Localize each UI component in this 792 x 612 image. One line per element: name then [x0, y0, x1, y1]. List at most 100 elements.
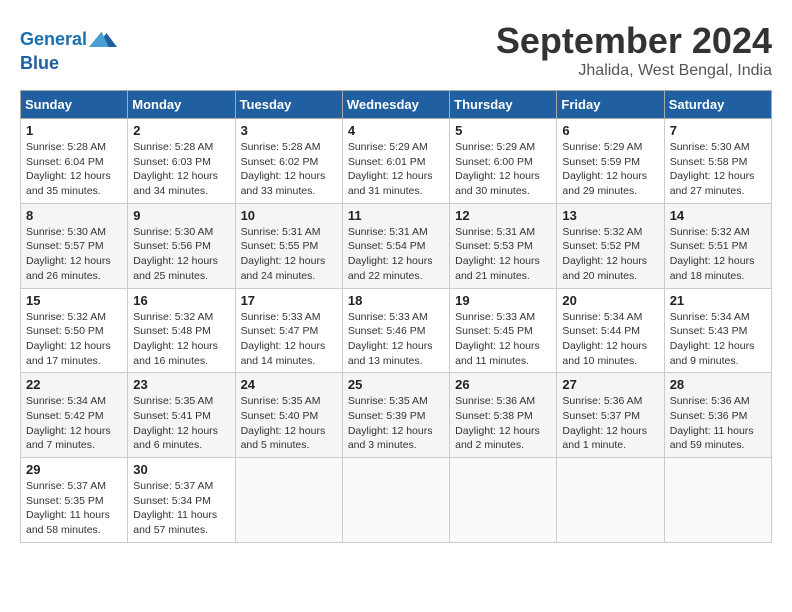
day-cell: 15Sunrise: 5:32 AMSunset: 5:50 PMDayligh…: [21, 288, 128, 373]
day-cell: 28 Sunrise: 5:36 AMSunset: 5:36 PMDayligh…: [664, 373, 771, 458]
day-info: Sunrise: 5:33 AMSunset: 5:47 PMDaylight:…: [241, 310, 337, 369]
day-info: Sunrise: 5:35 AMSunset: 5:41 PMDaylight:…: [133, 394, 229, 453]
logo-line2: Blue: [20, 54, 117, 74]
day-cell: [557, 458, 664, 543]
day-info: Sunrise: 5:31 AMSunset: 5:55 PMDaylight:…: [241, 225, 337, 284]
day-cell: 27Sunrise: 5:36 AMSunset: 5:37 PMDayligh…: [557, 373, 664, 458]
day-info: Sunrise: 5:34 AMSunset: 5:43 PMDaylight:…: [670, 310, 766, 369]
day-cell: 16 Sunrise: 5:32 AMSunset: 5:48 PMDayligh…: [128, 288, 235, 373]
day-number: 16: [133, 293, 229, 308]
day-cell: 29 Sunrise: 5:37 AMSunset: 5:35 PMDayligh…: [21, 458, 128, 543]
day-cell: 4 Sunrise: 5:29 AMSunset: 6:01 PMDaylight…: [342, 119, 449, 204]
weekday-sunday: Sunday: [21, 91, 128, 119]
day-info: Sunrise: 5:32 AMSunset: 5:52 PMDaylight:…: [562, 225, 658, 284]
day-cell: 5Sunrise: 5:29 AMSunset: 6:00 PMDaylight…: [450, 119, 557, 204]
day-number: 9: [133, 208, 229, 223]
day-number: 24: [241, 377, 337, 392]
day-number: 6: [562, 123, 658, 138]
day-number: 26: [455, 377, 551, 392]
header: General Blue September 2024 Jhalida, Wes…: [20, 20, 772, 80]
day-number: 17: [241, 293, 337, 308]
day-info: Sunrise: 5:28 AMSunset: 6:02 PMDaylight:…: [241, 140, 337, 199]
week-row-4: 22 Sunrise: 5:34 AMSunset: 5:42 PMDayligh…: [21, 373, 772, 458]
day-info: Sunrise: 5:32 AMSunset: 5:48 PMDaylight:…: [133, 310, 229, 369]
logo: General Blue: [20, 26, 117, 74]
day-cell: 13Sunrise: 5:32 AMSunset: 5:52 PMDayligh…: [557, 203, 664, 288]
weekday-tuesday: Tuesday: [235, 91, 342, 119]
day-number: 12: [455, 208, 551, 223]
day-number: 11: [348, 208, 444, 223]
weekday-monday: Monday: [128, 91, 235, 119]
day-number: 2: [133, 123, 229, 138]
day-cell: 26 Sunrise: 5:36 AMSunset: 5:38 PMDayligh…: [450, 373, 557, 458]
day-number: 22: [26, 377, 122, 392]
day-info: Sunrise: 5:37 AMSunset: 5:34 PMDaylight:…: [133, 479, 229, 538]
day-info: Sunrise: 5:32 AMSunset: 5:50 PMDaylight:…: [26, 310, 122, 369]
week-row-3: 15Sunrise: 5:32 AMSunset: 5:50 PMDayligh…: [21, 288, 772, 373]
day-info: Sunrise: 5:33 AMSunset: 5:45 PMDaylight:…: [455, 310, 551, 369]
day-cell: 23 Sunrise: 5:35 AMSunset: 5:41 PMDayligh…: [128, 373, 235, 458]
day-info: Sunrise: 5:28 AMSunset: 6:03 PMDaylight:…: [133, 140, 229, 199]
day-number: 7: [670, 123, 766, 138]
weekday-header-row: SundayMondayTuesdayWednesdayThursdayFrid…: [21, 91, 772, 119]
day-cell: 30Sunrise: 5:37 AMSunset: 5:34 PMDayligh…: [128, 458, 235, 543]
day-info: Sunrise: 5:36 AMSunset: 5:36 PMDaylight:…: [670, 394, 766, 453]
day-number: 10: [241, 208, 337, 223]
day-cell: 11 Sunrise: 5:31 AMSunset: 5:54 PMDayligh…: [342, 203, 449, 288]
day-number: 1: [26, 123, 122, 138]
day-cell: [235, 458, 342, 543]
day-cell: 9 Sunrise: 5:30 AMSunset: 5:56 PMDaylight…: [128, 203, 235, 288]
day-number: 20: [562, 293, 658, 308]
month-title: September 2024: [496, 20, 772, 62]
day-cell: [450, 458, 557, 543]
day-number: 5: [455, 123, 551, 138]
day-cell: 25 Sunrise: 5:35 AMSunset: 5:39 PMDayligh…: [342, 373, 449, 458]
day-number: 25: [348, 377, 444, 392]
day-info: Sunrise: 5:34 AMSunset: 5:42 PMDaylight:…: [26, 394, 122, 453]
day-number: 19: [455, 293, 551, 308]
day-cell: 21Sunrise: 5:34 AMSunset: 5:43 PMDayligh…: [664, 288, 771, 373]
day-number: 28: [670, 377, 766, 392]
week-row-1: 1 Sunrise: 5:28 AMSunset: 6:04 PMDaylight…: [21, 119, 772, 204]
day-info: Sunrise: 5:35 AMSunset: 5:39 PMDaylight:…: [348, 394, 444, 453]
day-number: 14: [670, 208, 766, 223]
weekday-saturday: Saturday: [664, 91, 771, 119]
weekday-friday: Friday: [557, 91, 664, 119]
day-cell: 10 Sunrise: 5:31 AMSunset: 5:55 PMDayligh…: [235, 203, 342, 288]
day-info: Sunrise: 5:30 AMSunset: 5:58 PMDaylight:…: [670, 140, 766, 199]
day-info: Sunrise: 5:32 AMSunset: 5:51 PMDaylight:…: [670, 225, 766, 284]
day-number: 4: [348, 123, 444, 138]
day-number: 27: [562, 377, 658, 392]
day-info: Sunrise: 5:30 AMSunset: 5:56 PMDaylight:…: [133, 225, 229, 284]
day-info: Sunrise: 5:37 AMSunset: 5:35 PMDaylight:…: [26, 479, 122, 538]
day-cell: 12 Sunrise: 5:31 AMSunset: 5:53 PMDayligh…: [450, 203, 557, 288]
day-number: 29: [26, 462, 122, 477]
week-row-2: 8Sunrise: 5:30 AMSunset: 5:57 PMDaylight…: [21, 203, 772, 288]
weekday-wednesday: Wednesday: [342, 91, 449, 119]
title-area: September 2024 Jhalida, West Bengal, Ind…: [496, 20, 772, 80]
day-cell: 24Sunrise: 5:35 AMSunset: 5:40 PMDayligh…: [235, 373, 342, 458]
day-cell: 8Sunrise: 5:30 AMSunset: 5:57 PMDaylight…: [21, 203, 128, 288]
day-cell: 20 Sunrise: 5:34 AMSunset: 5:44 PMDayligh…: [557, 288, 664, 373]
day-cell: 2 Sunrise: 5:28 AMSunset: 6:03 PMDaylight…: [128, 119, 235, 204]
day-cell: 1 Sunrise: 5:28 AMSunset: 6:04 PMDaylight…: [21, 119, 128, 204]
day-cell: 18Sunrise: 5:33 AMSunset: 5:46 PMDayligh…: [342, 288, 449, 373]
day-cell: 19 Sunrise: 5:33 AMSunset: 5:45 PMDayligh…: [450, 288, 557, 373]
day-number: 3: [241, 123, 337, 138]
day-number: 23: [133, 377, 229, 392]
day-info: Sunrise: 5:36 AMSunset: 5:38 PMDaylight:…: [455, 394, 551, 453]
day-info: Sunrise: 5:34 AMSunset: 5:44 PMDaylight:…: [562, 310, 658, 369]
day-cell: 3 Sunrise: 5:28 AMSunset: 6:02 PMDaylight…: [235, 119, 342, 204]
day-info: Sunrise: 5:31 AMSunset: 5:54 PMDaylight:…: [348, 225, 444, 284]
day-info: Sunrise: 5:31 AMSunset: 5:53 PMDaylight:…: [455, 225, 551, 284]
logo-text: General: [20, 30, 87, 50]
day-cell: 17 Sunrise: 5:33 AMSunset: 5:47 PMDayligh…: [235, 288, 342, 373]
logo-icon: [89, 26, 117, 54]
week-row-5: 29 Sunrise: 5:37 AMSunset: 5:35 PMDayligh…: [21, 458, 772, 543]
day-cell: [664, 458, 771, 543]
day-info: Sunrise: 5:29 AMSunset: 6:01 PMDaylight:…: [348, 140, 444, 199]
day-number: 18: [348, 293, 444, 308]
day-info: Sunrise: 5:28 AMSunset: 6:04 PMDaylight:…: [26, 140, 122, 199]
location-title: Jhalida, West Bengal, India: [496, 62, 772, 80]
day-info: Sunrise: 5:30 AMSunset: 5:57 PMDaylight:…: [26, 225, 122, 284]
